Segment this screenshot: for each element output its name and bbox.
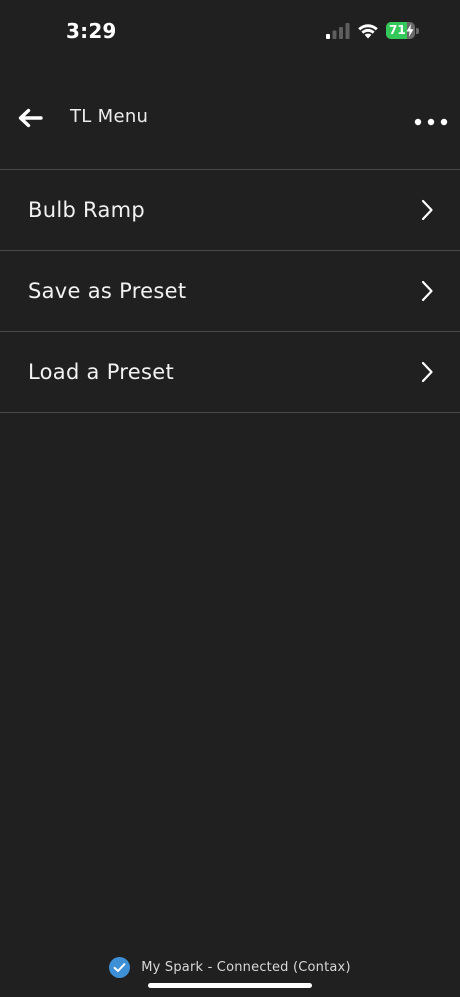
chevron-right-icon bbox=[421, 199, 433, 221]
page-title: TL Menu bbox=[70, 106, 149, 127]
bolt-icon bbox=[406, 24, 414, 37]
menu-item-load-a-preset[interactable]: Load a Preset bbox=[0, 332, 460, 413]
menu-item-save-as-preset[interactable]: Save as Preset bbox=[0, 251, 460, 332]
status-bar: 3:29 71 bbox=[0, 0, 460, 64]
menu-item-label: Bulb Ramp bbox=[28, 198, 146, 222]
menu-list: Bulb Ramp Save as Preset Load a Preset bbox=[0, 169, 460, 413]
check-circle-icon bbox=[109, 956, 131, 978]
menu-item-bulb-ramp[interactable]: Bulb Ramp bbox=[0, 170, 460, 251]
connection-status-text: My Spark - Connected (Contax) bbox=[141, 959, 351, 975]
connection-status[interactable]: My Spark - Connected (Contax) bbox=[0, 955, 460, 979]
battery-level: 71 bbox=[389, 23, 406, 37]
wifi-icon bbox=[358, 24, 378, 39]
home-indicator bbox=[148, 983, 312, 988]
chevron-right-icon bbox=[421, 361, 433, 383]
ellipsis-icon bbox=[414, 118, 448, 126]
status-time: 3:29 bbox=[66, 19, 117, 43]
more-options-button[interactable] bbox=[412, 108, 450, 136]
battery-body: 71 bbox=[386, 22, 415, 39]
menu-item-label: Load a Preset bbox=[28, 360, 174, 384]
chevron-right-icon bbox=[421, 280, 433, 302]
battery-indicator: 71 bbox=[386, 22, 420, 40]
menu-item-label: Save as Preset bbox=[28, 279, 187, 303]
cellular-signal-icon bbox=[326, 23, 350, 39]
arrow-left-icon bbox=[18, 108, 43, 128]
back-button[interactable] bbox=[14, 102, 46, 134]
screen: 3:29 71 TL Menu Bulb Ramp Save as Preset… bbox=[0, 0, 460, 997]
battery-cap bbox=[416, 28, 419, 34]
header: TL Menu bbox=[0, 88, 460, 150]
